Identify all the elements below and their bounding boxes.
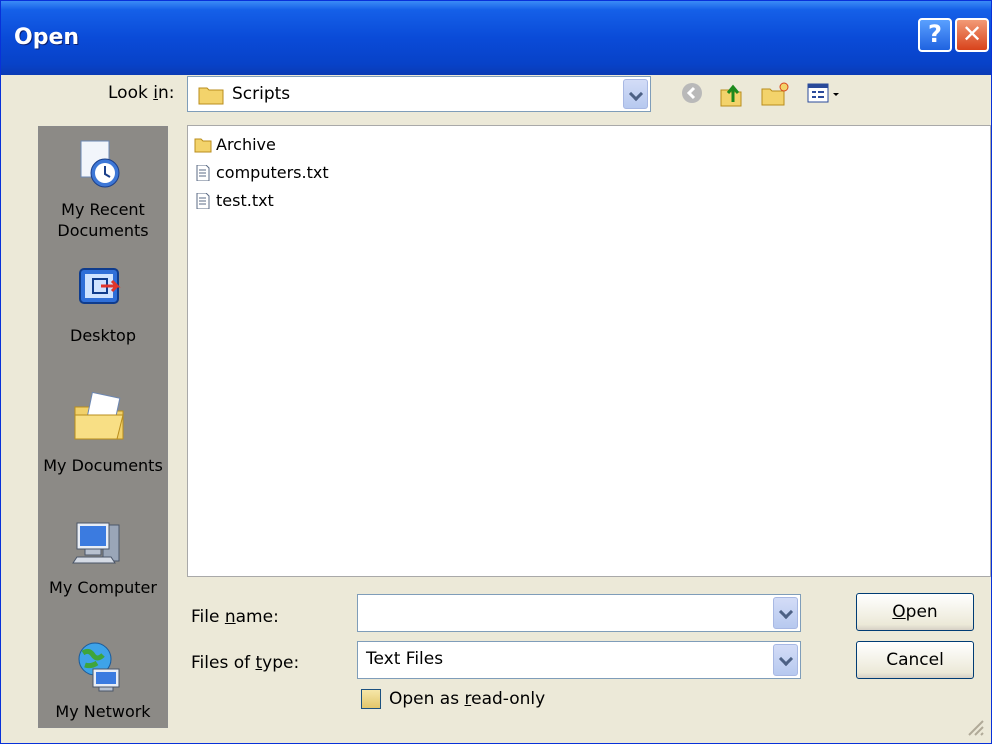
views-menu-icon: [807, 83, 839, 103]
up-one-level-button[interactable]: [715, 80, 747, 108]
look-in-label: Look in:: [108, 83, 175, 103]
back-icon: [682, 83, 702, 103]
up-folder-icon: [720, 84, 742, 107]
my-network-icon: [78, 642, 120, 692]
help-button[interactable]: ?: [918, 18, 952, 52]
my-documents-icon: [74, 391, 124, 440]
file-name-combobox[interactable]: [357, 594, 801, 632]
place-desktop[interactable]: Desktop: [39, 259, 167, 349]
files-of-type-label: Files of type:: [191, 653, 300, 673]
place-my-documents[interactable]: My Documents: [39, 389, 167, 479]
open-as-read-only-checkbox[interactable]: [361, 689, 381, 709]
place-label: My Network: [55, 702, 151, 721]
back-button[interactable]: [676, 80, 708, 108]
resize-grip-icon[interactable]: [963, 715, 985, 737]
file-list[interactable]: Archive computers.txt test.txt: [187, 125, 991, 577]
place-my-computer[interactable]: My Computer: [39, 515, 167, 605]
place-recent-documents[interactable]: My Recent Documents: [39, 135, 167, 245]
list-item[interactable]: computers.txt: [194, 162, 329, 186]
files-of-type-value: Text Files: [366, 649, 444, 669]
open-button[interactable]: Open: [856, 593, 974, 631]
place-label: My Documents: [43, 456, 163, 475]
views-menu-button[interactable]: [804, 80, 844, 108]
my-computer-icon: [72, 522, 120, 564]
place-label: Desktop: [70, 326, 136, 345]
recent-documents-icon: [80, 140, 120, 188]
desktop-icon: [79, 268, 121, 304]
files-of-type-dropdown-arrow[interactable]: [773, 644, 798, 676]
files-of-type-combobox[interactable]: Text Files: [357, 641, 801, 679]
file-name-dropdown-arrow[interactable]: [773, 597, 798, 629]
look-in-combobox[interactable]: Scripts: [187, 76, 651, 112]
place-my-network[interactable]: My Network: [39, 639, 167, 725]
folder-icon: [198, 87, 224, 105]
list-item-label: test.txt: [216, 191, 274, 210]
folder-icon: [194, 138, 212, 152]
look-in-value: Scripts: [232, 84, 291, 104]
close-icon: ✕: [961, 20, 983, 48]
cancel-button[interactable]: Cancel: [856, 641, 974, 679]
place-label: My Computer: [49, 578, 157, 597]
title-bar[interactable]: Open ? ✕: [1, 1, 991, 75]
list-item[interactable]: Archive: [194, 134, 276, 158]
places-bar: My Recent Documents Desktop My Documents: [38, 126, 168, 728]
open-dialog: Open ? ✕ Look in: Scripts My Recent Docu…: [0, 0, 992, 744]
list-item[interactable]: test.txt: [194, 190, 274, 214]
create-new-folder-button[interactable]: [759, 80, 791, 108]
file-name-label: File name:: [191, 607, 279, 627]
close-button[interactable]: ✕: [955, 18, 989, 52]
list-item-label: Archive: [216, 135, 276, 154]
help-icon: ?: [928, 20, 942, 48]
place-label: My Recent Documents: [57, 200, 149, 240]
new-folder-icon: [761, 82, 789, 106]
window-title: Open: [14, 25, 80, 50]
text-file-icon: [196, 164, 210, 181]
open-as-read-only-label[interactable]: Open as read-only: [389, 689, 545, 709]
look-in-dropdown-arrow[interactable]: [623, 79, 648, 109]
text-file-icon: [196, 192, 210, 209]
list-item-label: computers.txt: [216, 163, 329, 182]
